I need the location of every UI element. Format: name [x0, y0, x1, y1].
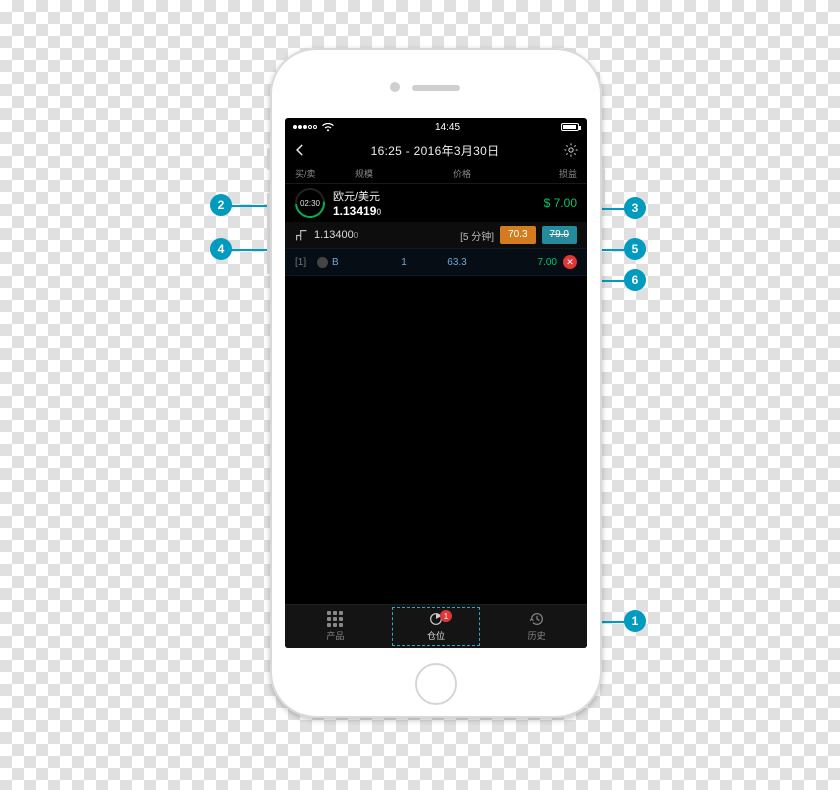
phone-frame: 14:45 16:25 - 2016年3月30日 买/卖 规模 价格 损益 02…	[270, 48, 602, 718]
back-icon[interactable]	[293, 143, 307, 157]
instrument-price: 1.134190	[333, 204, 544, 218]
phone-home-button	[415, 663, 457, 705]
nav-title: 16:25 - 2016年3月30日	[307, 142, 563, 159]
instrument-name: 欧元/美元	[333, 188, 544, 204]
tab-products[interactable]: 产品	[285, 605, 386, 648]
tab-bar: 产品 1 仓位 历史	[285, 604, 587, 648]
column-headers: 买/卖 规模 价格 损益	[285, 164, 587, 184]
duration-label[interactable]: [5 分钟]	[460, 228, 494, 243]
col-pl: 损益	[501, 167, 577, 180]
phone-volume-up	[267, 193, 270, 229]
tab-history[interactable]: 历史	[486, 605, 587, 648]
strike-price: 1.134000	[314, 229, 358, 241]
order-side: B	[332, 257, 382, 268]
phone-mute-switch	[267, 148, 270, 170]
order-index: [1]	[295, 257, 317, 268]
sell-button[interactable]: 79.0	[542, 226, 577, 244]
col-price: 价格	[423, 167, 501, 180]
tab-positions[interactable]: 1 仓位	[386, 605, 487, 648]
app-screen: 14:45 16:25 - 2016年3月30日 买/卖 规模 价格 损益 02…	[285, 118, 587, 648]
countdown-timer: 02:30	[295, 188, 325, 218]
settings-icon[interactable]	[563, 142, 579, 158]
tab-products-label: 产品	[326, 629, 344, 642]
strike-main: 1.13400	[314, 229, 354, 241]
wifi-icon	[322, 123, 334, 132]
phone-volume-down	[267, 238, 270, 274]
col-size: 规模	[355, 167, 423, 180]
active-tab-highlight	[392, 607, 481, 646]
price-main: 1.13419	[333, 204, 376, 218]
countdown-value: 02:30	[297, 190, 323, 216]
phone-speaker	[412, 85, 460, 91]
order-gain: 7.00	[488, 257, 557, 268]
grid-icon	[327, 611, 343, 627]
buy-button[interactable]: 70.3	[500, 226, 535, 244]
price-sub: 0	[376, 207, 381, 217]
col-buysell: 买/卖	[295, 167, 355, 180]
ladder-icon[interactable]	[295, 229, 308, 242]
nav-bar: 16:25 - 2016年3月30日	[285, 136, 587, 164]
phone-camera	[390, 82, 400, 92]
position-pl: $ 7.00	[544, 196, 577, 210]
tab-history-label: 历史	[528, 629, 546, 642]
signal-icon	[293, 125, 317, 129]
close-order-button[interactable]: ✕	[563, 255, 577, 269]
phone-power-button	[602, 168, 605, 204]
strike-sub: 0	[354, 231, 358, 240]
order-size: 1	[382, 257, 426, 268]
positions-badge: 1	[440, 610, 452, 622]
ios-status-bar: 14:45	[285, 118, 587, 136]
status-time: 14:45	[435, 122, 460, 133]
trade-control-row: 1.134000 [5 分钟] 70.3 79.0	[285, 222, 587, 248]
order-row[interactable]: [1] B 1 63.3 7.00 ✕	[285, 248, 587, 276]
order-flag-icon	[317, 257, 328, 268]
order-price: 63.3	[426, 257, 488, 268]
history-icon	[529, 611, 545, 627]
position-row[interactable]: 02:30 欧元/美元 1.134190 $ 7.00	[285, 184, 587, 222]
battery-icon	[561, 123, 579, 131]
